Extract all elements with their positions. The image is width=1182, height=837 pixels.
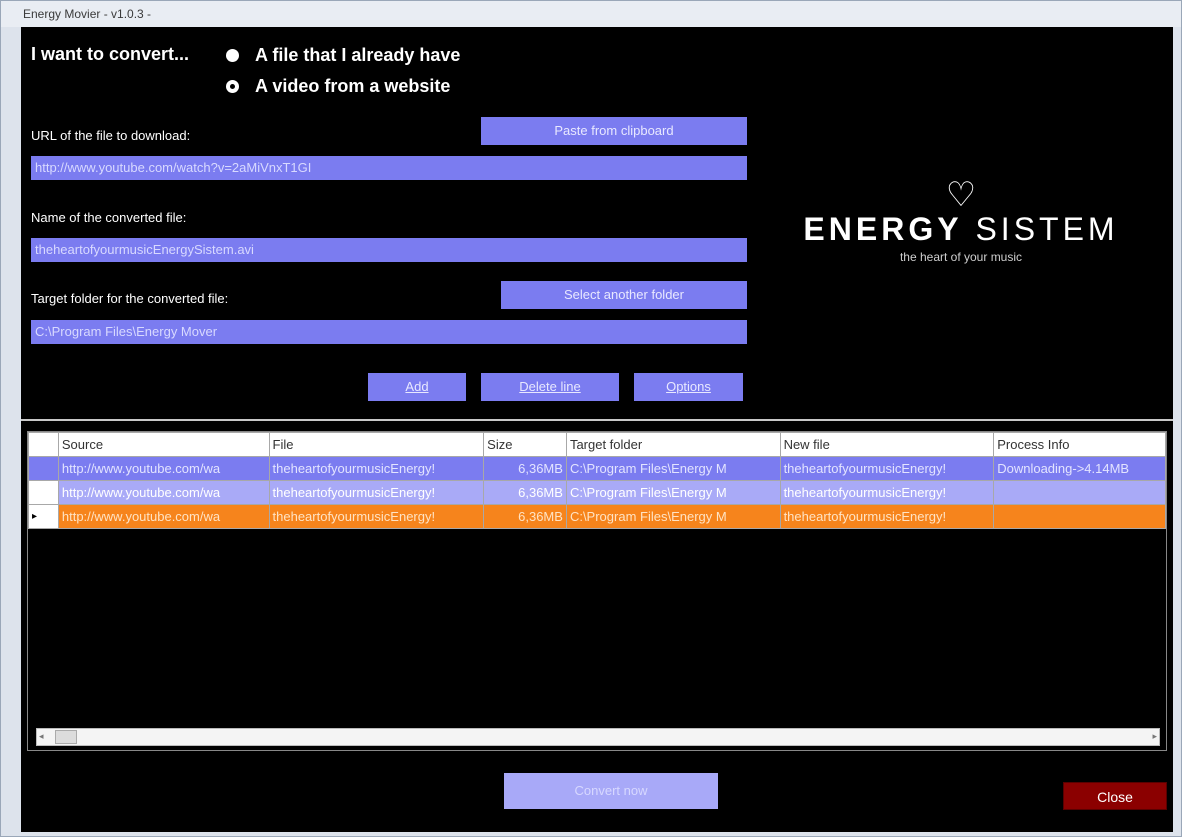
cell-new-file: theheartofyourmusicEnergy! — [779, 504, 995, 529]
logo-wordmark: ENERGY SISTEM — [803, 211, 1119, 247]
scroll-left-arrow-icon[interactable]: ◂ — [39, 731, 44, 742]
options-button[interactable]: Options — [634, 373, 743, 401]
cell-process-info — [993, 504, 1166, 529]
delete-line-label: Delete line — [519, 379, 581, 394]
queue-table: Source File Size Target folder New file … — [28, 432, 1166, 529]
cell-source: http://www.youtube.com/wa — [57, 504, 270, 529]
radio-label-existing: A file that I already have — [255, 45, 461, 65]
cell-target-folder: C:\Program Files\Energy M — [565, 504, 781, 529]
column-header[interactable]: Source — [57, 432, 270, 457]
paste-clipboard-button[interactable]: Paste from clipboard — [481, 117, 747, 145]
cell-file: theheartofyourmusicEnergy! — [268, 480, 485, 505]
row-selector-header — [28, 432, 59, 457]
url-input[interactable]: http://www.youtube.com/watch?v=2aMiVnxT1… — [31, 156, 747, 180]
cell-target-folder: C:\Program Files\Energy M — [565, 480, 781, 505]
select-folder-button[interactable]: Select another folder — [501, 281, 747, 309]
add-button-label: Add — [405, 379, 429, 394]
cell-size: 6,36MB — [483, 456, 567, 481]
row-selector[interactable] — [28, 480, 59, 505]
cell-new-file: theheartofyourmusicEnergy! — [779, 456, 995, 481]
logo-tagline: the heart of your music — [899, 250, 1023, 264]
table-row[interactable]: http://www.youtube.com/wa theheartofyour… — [28, 480, 1166, 505]
convert-now-button[interactable]: Convert now — [504, 773, 718, 809]
close-button[interactable]: Close — [1063, 782, 1167, 810]
radio-existing-file[interactable]: A file that I already have — [226, 45, 460, 66]
table-row[interactable]: ▸ http://www.youtube.com/wa theheartofyo… — [28, 504, 1166, 529]
current-row-marker[interactable]: ▸ — [28, 504, 59, 529]
column-header[interactable]: File — [268, 432, 485, 457]
cell-target-folder: C:\Program Files\Energy M — [565, 456, 781, 481]
folder-label: Target folder for the converted file: — [31, 291, 229, 306]
radio-label-website: A video from a website — [255, 76, 451, 96]
queue-area: Source File Size Target folder New file … — [21, 419, 1173, 753]
filename-input[interactable]: theheartofyourmusicEnergySistem.avi — [31, 238, 747, 262]
column-header[interactable]: Target folder — [565, 432, 781, 457]
heart-icon: ♡ — [945, 176, 977, 214]
name-label: Name of the converted file: — [31, 210, 187, 225]
delete-line-button[interactable]: Delete line — [481, 373, 619, 401]
window-title: Energy Movier - v1.0.3 - — [1, 1, 1181, 27]
queue-grid[interactable]: Source File Size Target folder New file … — [27, 431, 1167, 751]
table-row[interactable]: http://www.youtube.com/wa theheartofyour… — [28, 456, 1166, 481]
url-label: URL of the file to download: — [31, 128, 191, 143]
add-button[interactable]: Add — [368, 373, 466, 401]
cell-file: theheartofyourmusicEnergy! — [268, 456, 485, 481]
options-label: Options — [666, 379, 711, 394]
energy-sistem-logo: ♡ ENERGY SISTEM the heart of your music — [801, 177, 1121, 264]
column-header[interactable]: New file — [779, 432, 995, 457]
column-header[interactable]: Process Info — [993, 432, 1166, 457]
column-header[interactable]: Size — [483, 432, 567, 457]
scroll-right-arrow-icon[interactable]: ▸ — [1152, 731, 1157, 742]
radio-button-existing[interactable] — [226, 49, 239, 62]
row-selector[interactable] — [28, 456, 59, 481]
cell-file: theheartofyourmusicEnergy! — [268, 504, 485, 529]
cell-source: http://www.youtube.com/wa — [57, 456, 270, 481]
scroll-thumb[interactable] — [55, 730, 77, 744]
cell-size: 6,36MB — [483, 480, 567, 505]
folder-input[interactable]: C:\Program Files\Energy Mover — [31, 320, 747, 344]
cell-process-info — [993, 480, 1166, 505]
main-panel: I want to convert... A file that I alrea… — [21, 27, 1173, 832]
table-header-row: Source File Size Target folder New file … — [28, 432, 1166, 457]
cell-source: http://www.youtube.com/wa — [57, 480, 270, 505]
cell-size: 6,36MB — [483, 504, 567, 529]
horizontal-scrollbar[interactable]: ◂ ▸ — [36, 728, 1160, 746]
radio-button-website[interactable] — [226, 80, 239, 93]
cell-new-file: theheartofyourmusicEnergy! — [779, 480, 995, 505]
app-window: Energy Movier - v1.0.3 - I want to conve… — [0, 0, 1182, 837]
convert-label: I want to convert... — [31, 44, 190, 64]
radio-website-video[interactable]: A video from a website — [226, 76, 450, 97]
cell-process-info: Downloading->4.14MB — [993, 456, 1166, 481]
